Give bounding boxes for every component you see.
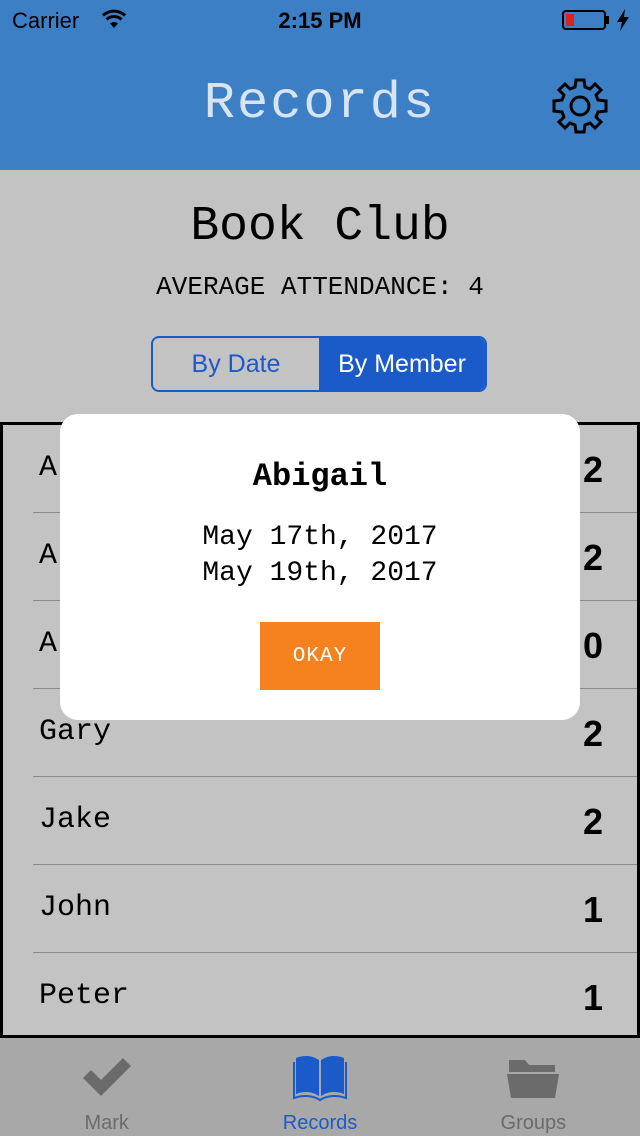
member-dates-dialog: Abigail May 17th, 2017 May 19th, 2017 OK… — [60, 414, 580, 720]
member-count: 1 — [582, 889, 603, 930]
member-count: 0 — [582, 625, 603, 666]
folder-icon — [507, 1060, 560, 1098]
member-count: 2 — [582, 801, 603, 842]
tab-label: Mark — [84, 1112, 129, 1134]
list-item[interactable]: John 1 — [33, 865, 637, 953]
dialog-dates: May 17th, 2017 May 19th, 2017 — [60, 520, 580, 592]
tab-bar: Mark Records Groups — [0, 1038, 640, 1136]
dialog-title: Abigail — [252, 458, 388, 495]
member-count: 2 — [582, 713, 603, 754]
member-name: Gary — [39, 715, 112, 749]
status-bar: Carrier 2:15 PM — [0, 0, 640, 40]
book-icon — [292, 1055, 347, 1102]
member-name: John — [39, 891, 112, 925]
navigation-bar: Records — [0, 40, 640, 170]
settings-gear-icon[interactable] — [550, 76, 610, 136]
group-title: Book Club — [190, 200, 450, 254]
list-item[interactable]: Jake 2 — [33, 777, 637, 865]
member-count: 2 — [582, 449, 603, 490]
segment-by-member[interactable]: By Member — [319, 338, 485, 390]
charging-bolt-icon — [617, 9, 629, 31]
attendance-date: May 19th, 2017 — [202, 558, 438, 589]
member-count: 2 — [582, 537, 603, 578]
tab-label: Groups — [500, 1112, 567, 1134]
member-name: A — [39, 627, 58, 661]
checkmark-icon — [82, 1058, 131, 1096]
status-time: 2:15 PM — [278, 8, 362, 33]
tab-label: Records — [282, 1112, 358, 1134]
member-count: 1 — [582, 977, 603, 1018]
page-title: Records — [203, 74, 437, 133]
battery-icon — [562, 10, 609, 30]
tab-mark[interactable]: Mark — [0, 1038, 213, 1136]
view-segmented-control: By Date By Member — [151, 336, 487, 392]
member-name: A — [39, 539, 58, 573]
list-item[interactable]: Peter 1 — [33, 953, 637, 1035]
member-name: Jake — [39, 803, 112, 837]
okay-button[interactable]: OKAY — [260, 622, 380, 690]
average-attendance: AVERAGE ATTENDANCE: 4 — [156, 272, 484, 302]
tab-records[interactable]: Records — [213, 1038, 426, 1136]
attendance-date: May 17th, 2017 — [202, 522, 438, 553]
member-name: Peter — [39, 979, 130, 1013]
segment-by-date[interactable]: By Date — [153, 338, 319, 390]
tab-groups[interactable]: Groups — [427, 1038, 640, 1136]
